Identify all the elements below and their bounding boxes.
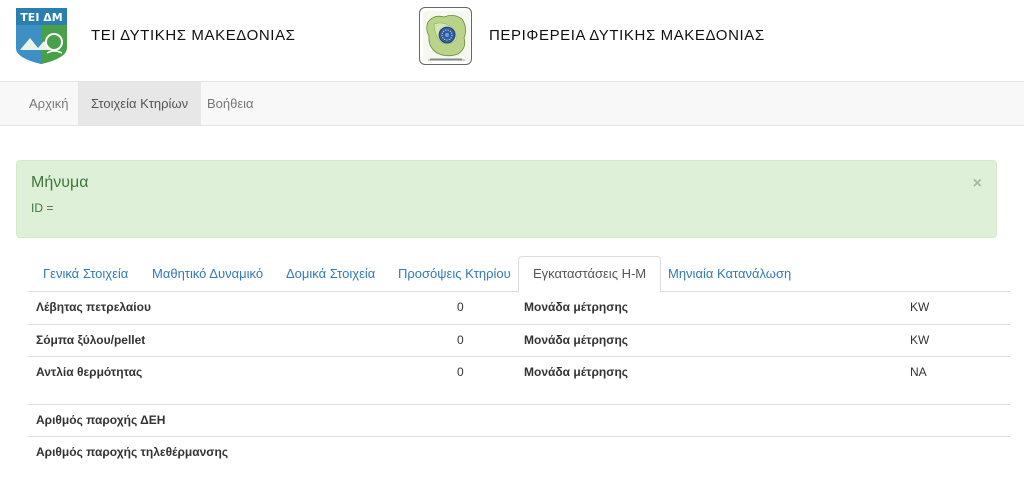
tab-structural-data[interactable]: Δομικά Στοιχεία (271, 256, 390, 292)
tei-logo-text: ΤΕΙ ΔΜ (20, 11, 62, 24)
tei-title: ΤΕΙ ΔΥΤΙΚΗΣ ΜΑΚΕΔΟΝΙΑΣ (91, 27, 296, 44)
unit-value: NA (910, 365, 927, 379)
region-logo[interactable] (419, 7, 472, 65)
building-tabs: Γενικά Στοιχεία Μαθητικό Δυναμικό Δομικά… (28, 256, 1010, 293)
installation-value: 0 (457, 365, 464, 379)
nav-item-building-data[interactable]: Στοιχεία Κτηρίων (78, 82, 202, 125)
nav-item-help[interactable]: Βοήθεια (194, 82, 267, 125)
unit-value: KW (910, 333, 930, 347)
unit-label: Μονάδα μέτρησης (524, 333, 629, 347)
installation-value: 0 (457, 333, 464, 347)
supply-label-district-heating: Αριθμός παροχής τηλεθέρμανσης (36, 445, 229, 459)
table-row: Σόμπα ξύλου/pellet 0 Μονάδα μέτρησης KW (28, 324, 1010, 356)
tab-student-capacity[interactable]: Μαθητικό Δυναμικό (137, 256, 278, 292)
region-map-emblem-icon (423, 11, 470, 61)
close-icon[interactable]: × (973, 175, 982, 193)
tab-building-facades[interactable]: Προσόψεις Κτηρίου (383, 256, 526, 292)
nav-item-home[interactable]: Αρχική (16, 82, 82, 125)
message-alert: Μήνυμα ID = × (16, 160, 997, 238)
table-row: Λέβητας πετρελαίου 0 Μονάδα μέτρησης KW (28, 292, 1010, 324)
installation-name: Λέβητας πετρελαίου (36, 300, 151, 314)
main-navbar: Αρχική Στοιχεία Κτηρίων Βοήθεια (0, 81, 1024, 126)
table-row: Αριθμός παροχής ΔΕΗ (28, 404, 1010, 436)
installation-name: Σόμπα ξύλου/pellet (36, 333, 146, 347)
table-row: Αριθμός παροχής τηλεθέρμανσης (28, 436, 1010, 468)
unit-value: KW (910, 300, 930, 314)
supply-label-power: Αριθμός παροχής ΔΕΗ (36, 413, 166, 427)
tab-electromechanical-installations[interactable]: Εγκαταστάσεις Η-Μ (518, 256, 662, 293)
table-row: Αντλία θερμότητας 0 Μονάδα μέτρησης NA (28, 356, 1010, 388)
tei-logo-icon[interactable]: ΤΕΙ ΔΜ (16, 8, 67, 64)
tab-monthly-consumption[interactable]: Μηνιαία Κατανάλωση (653, 256, 806, 292)
page-header: ΤΕΙ ΔΜ ΤΕΙ ΔΥΤΙΚΗΣ ΜΑΚΕΔΟΝΙΑΣ ΠΕΡΙΦΕΡΕΙΑ… (0, 0, 1024, 81)
alert-body: ID = (31, 201, 54, 215)
installation-value: 0 (457, 300, 464, 314)
unit-label: Μονάδα μέτρησης (524, 300, 629, 314)
region-title: ΠΕΡΙΦΕΡΕΙΑ ΔΥΤΙΚΗΣ ΜΑΚΕΔΟΝΙΑΣ (489, 27, 765, 44)
alert-title: Μήνυμα (31, 174, 89, 191)
unit-label: Μονάδα μέτρησης (524, 365, 629, 379)
installation-name: Αντλία θερμότητας (36, 365, 143, 379)
tab-general-data[interactable]: Γενικά Στοιχεία (28, 256, 143, 292)
